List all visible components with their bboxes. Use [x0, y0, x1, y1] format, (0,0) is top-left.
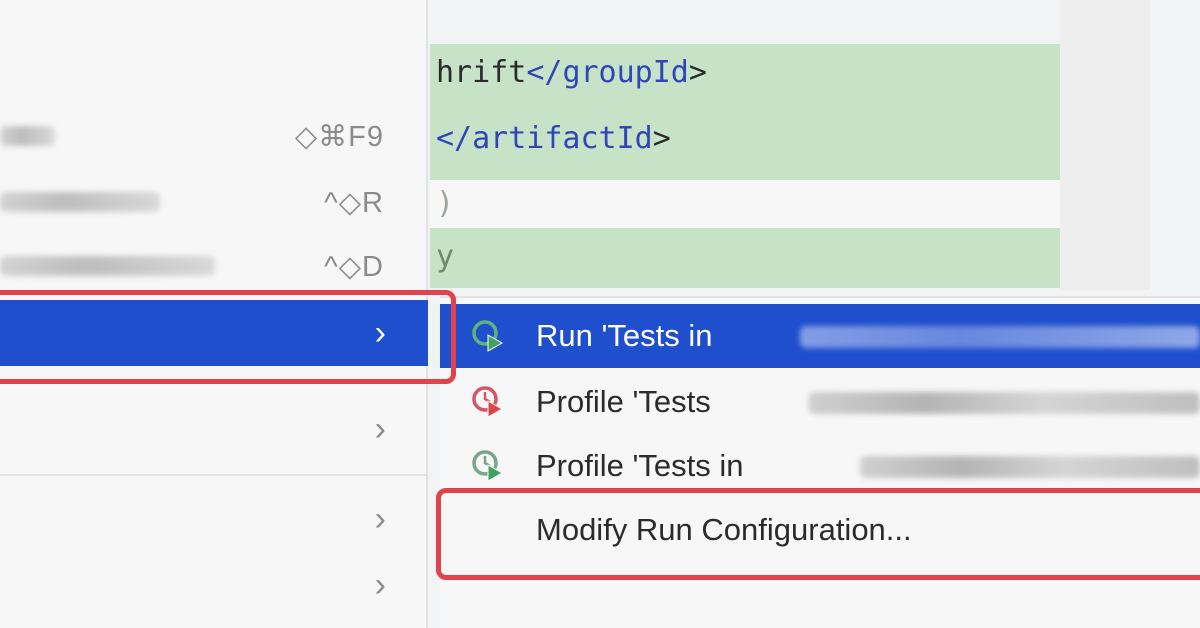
submenu-item-profile-tests[interactable]: Profile 'Tests — [440, 370, 1200, 434]
menu-item-submenu-3[interactable]: › — [0, 486, 428, 552]
menu-item-submenu-4[interactable]: › — [0, 552, 428, 618]
chevron-right-icon: › — [374, 314, 386, 352]
menu-item-3[interactable]: ^◇D — [0, 234, 428, 300]
menu-item-run-tests-submenu[interactable]: › — [0, 300, 428, 366]
code-line-artifactid: </artifactId> — [430, 102, 1060, 180]
run-submenu: Run 'Tests in Profile 'Tests Profile 'Te… — [440, 296, 1200, 628]
submenu-item-label: Modify Run Configuration... — [536, 512, 912, 547]
code-line-3: ) — [430, 180, 1060, 228]
shortcut-label: ◇⌘F9 — [294, 121, 384, 153]
redacted-label — [0, 192, 160, 212]
menu-item-2[interactable]: ^◇R — [0, 170, 428, 236]
editor-gutter — [1060, 0, 1150, 290]
tag-bracket: > — [688, 55, 707, 90]
submenu-item-profile-tests-coverage[interactable]: Profile 'Tests in — [440, 434, 1200, 498]
redacted-label — [0, 126, 55, 146]
redacted-test-name — [808, 392, 1200, 414]
tag-bracket: > — [652, 121, 671, 156]
menu-item-submenu-2[interactable]: › — [0, 396, 428, 462]
shortcut-label: ^◇D — [324, 251, 384, 283]
redacted-label — [0, 256, 215, 276]
submenu-divider — [440, 490, 1200, 492]
submenu-item-label: Profile 'Tests — [536, 384, 711, 419]
chevron-right-icon: › — [374, 500, 386, 538]
tag-name: groupId — [562, 55, 689, 90]
tag-bracket: </ — [436, 121, 473, 156]
chevron-right-icon: › — [374, 410, 386, 448]
submenu-item-label: Run 'Tests in — [536, 318, 713, 353]
profile-coverage-icon — [472, 450, 504, 482]
submenu-item-label: Profile 'Tests in — [536, 448, 744, 483]
menu-item-1[interactable]: ◇⌘F9 — [0, 104, 428, 170]
run-tests-icon — [472, 320, 504, 352]
tag-bracket: </ — [526, 55, 563, 90]
context-menu: ◇⌘F9 ^◇R ^◇D › › › › — [0, 0, 428, 628]
shortcut-label: ^◇R — [324, 187, 384, 219]
submenu-item-modify-run-configuration[interactable]: Modify Run Configuration... — [440, 498, 1200, 562]
chevron-right-icon: › — [374, 566, 386, 604]
submenu-item-run-tests[interactable]: Run 'Tests in — [440, 304, 1200, 368]
redacted-test-name — [860, 456, 1200, 478]
code-line-groupid: hrift</groupId> — [430, 44, 1060, 102]
redacted-test-name — [800, 326, 1200, 348]
tag-name: artifactId — [472, 121, 653, 156]
code-line-4: y — [430, 228, 1060, 288]
profile-tests-icon — [472, 386, 504, 418]
menu-divider — [0, 474, 428, 476]
code-text: hrift — [436, 55, 527, 90]
